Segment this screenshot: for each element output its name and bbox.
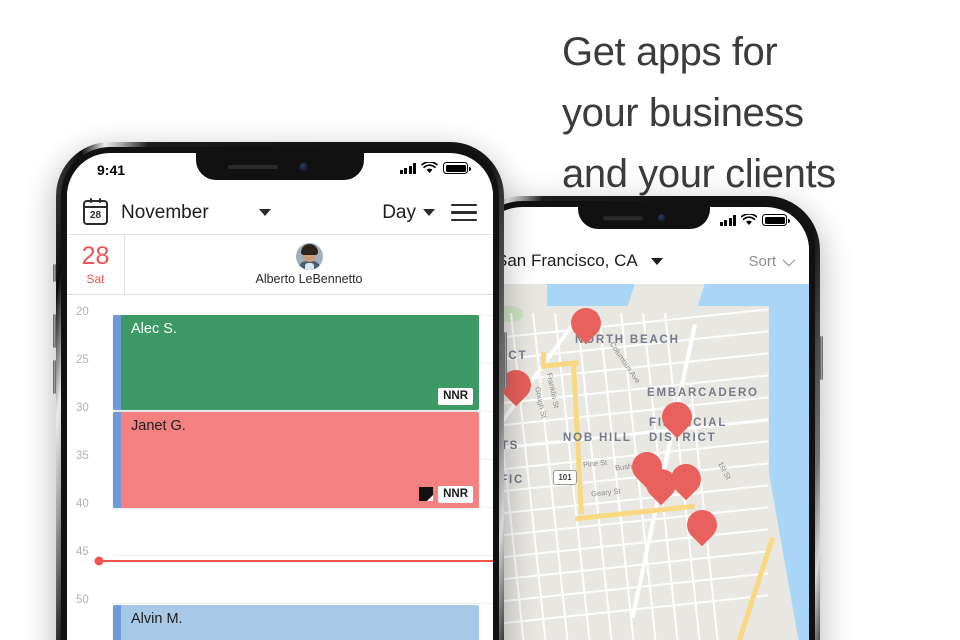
event-badge-1: NNR bbox=[438, 485, 473, 503]
event-badges-0: NNR bbox=[438, 387, 473, 405]
headline-line-1: Get apps for bbox=[562, 30, 778, 74]
marketing-headline: Get apps for your business and your clie… bbox=[562, 22, 952, 205]
time-tick-50: 50 bbox=[67, 594, 493, 606]
time-label-25: 25 bbox=[76, 354, 89, 366]
calendar-event-alvin[interactable]: Alvin M. bbox=[113, 605, 479, 640]
map-canvas[interactable]: NORTH BEACH EMBARCADERO FINANCIAL DISTRI… bbox=[479, 284, 809, 640]
event-color-stripe-0 bbox=[113, 315, 121, 410]
month-selector-label[interactable]: November bbox=[121, 202, 209, 224]
time-label-40: 40 bbox=[76, 498, 89, 510]
day-of-week: Sat bbox=[86, 271, 105, 286]
time-label-20: 20 bbox=[76, 306, 89, 318]
map-label-nob-hill: NOB HILL bbox=[563, 432, 632, 444]
chevron-down-icon-view[interactable] bbox=[423, 209, 435, 216]
calendar-phone-screen: 9:41 28 November Day 28 Sat Alberto LeBe… bbox=[67, 153, 493, 640]
time-tick-45: 45 bbox=[67, 546, 493, 558]
volume-up-button-left[interactable] bbox=[53, 314, 56, 348]
calendar-icon-day: 28 bbox=[89, 210, 102, 221]
speaker-grille-icon-right bbox=[602, 216, 643, 220]
front-camera-icon-right bbox=[658, 214, 667, 222]
date-number: 28 bbox=[81, 241, 110, 270]
city-selector-label[interactable]: San Francisco, CA bbox=[496, 251, 638, 271]
power-button-right[interactable] bbox=[820, 336, 823, 380]
speaker-grille-icon-left bbox=[228, 164, 279, 169]
current-time-indicator bbox=[94, 556, 493, 566]
map-label-district: DISTRICT bbox=[649, 432, 717, 444]
mute-switch-left[interactable] bbox=[53, 264, 56, 282]
avatar[interactable] bbox=[295, 243, 323, 270]
calendar-icon[interactable]: 28 bbox=[83, 198, 108, 225]
view-mode-label[interactable]: Day bbox=[382, 202, 416, 224]
status-icons-left bbox=[399, 162, 471, 174]
time-label-30: 30 bbox=[76, 402, 89, 414]
wifi-icon-left bbox=[421, 162, 438, 173]
event-badges-1: NNR bbox=[419, 485, 473, 503]
sort-button-label[interactable]: Sort bbox=[748, 253, 776, 270]
headline-line-2: your business bbox=[562, 91, 804, 135]
chevron-down-icon-month[interactable] bbox=[258, 209, 271, 216]
current-time-dot bbox=[94, 556, 104, 566]
status-bar-clock: 9:41 bbox=[97, 162, 126, 178]
calendar-event-janet[interactable]: Janet G. NNR bbox=[113, 412, 479, 508]
notch-right bbox=[578, 207, 710, 229]
battery-full-icon-right bbox=[762, 214, 790, 226]
calendar-event-alec[interactable]: Alec S. NNR bbox=[113, 315, 479, 410]
chevron-down-icon-city[interactable] bbox=[650, 257, 663, 265]
battery-full-icon-left bbox=[443, 162, 471, 174]
event-color-stripe-1 bbox=[113, 412, 121, 508]
notch-left bbox=[196, 153, 364, 180]
time-label-35: 35 bbox=[76, 450, 89, 462]
map-phone-device: San Francisco, CA Sort NORTH BEACH EMBAR… bbox=[465, 196, 823, 640]
power-button-left[interactable] bbox=[504, 332, 507, 388]
event-badge-0: NNR bbox=[438, 387, 473, 405]
event-color-stripe-2 bbox=[113, 605, 121, 640]
event-title-2: Alvin M. bbox=[131, 611, 183, 627]
cellular-bars-icon-right bbox=[719, 215, 736, 226]
chevron-down-icon-sort[interactable] bbox=[782, 253, 796, 266]
highway-shield-101-b: 101 bbox=[553, 470, 577, 485]
date-cell[interactable]: 28 Sat bbox=[67, 235, 125, 294]
status-icons-right bbox=[719, 214, 790, 226]
calendar-grid[interactable]: 20 25 30 35 40 45 50 Alec S. NNR Janet G… bbox=[67, 295, 493, 640]
event-title-1: Janet G. bbox=[131, 418, 186, 434]
time-label-45: 45 bbox=[76, 546, 89, 558]
wifi-icon-right bbox=[741, 214, 757, 225]
map-hwy-101-a bbox=[541, 352, 546, 364]
event-title-0: Alec S. bbox=[131, 321, 177, 337]
time-label-50: 50 bbox=[76, 594, 89, 606]
front-camera-icon-left bbox=[299, 162, 309, 171]
volume-down-button-left[interactable] bbox=[53, 360, 56, 394]
cellular-bars-icon-left bbox=[399, 163, 416, 174]
map-phone-screen: San Francisco, CA Sort NORTH BEACH EMBAR… bbox=[479, 207, 809, 640]
map-pier-1 bbox=[669, 298, 674, 320]
person-column-header[interactable]: Alberto LeBennetto bbox=[125, 235, 493, 294]
day-header-row: 28 Sat Alberto LeBennetto bbox=[67, 235, 493, 295]
map-header-bar: San Francisco, CA Sort bbox=[479, 238, 809, 284]
map-label-embarcadero: EMBARCADERO bbox=[647, 387, 759, 399]
calendar-header-bar: 28 November Day bbox=[67, 191, 493, 235]
person-name: Alberto LeBennetto bbox=[255, 272, 363, 286]
calendar-phone-device: 9:41 28 November Day 28 Sat Alberto LeBe… bbox=[53, 142, 507, 640]
hamburger-menu-icon[interactable] bbox=[451, 203, 477, 222]
note-icon bbox=[419, 487, 434, 502]
